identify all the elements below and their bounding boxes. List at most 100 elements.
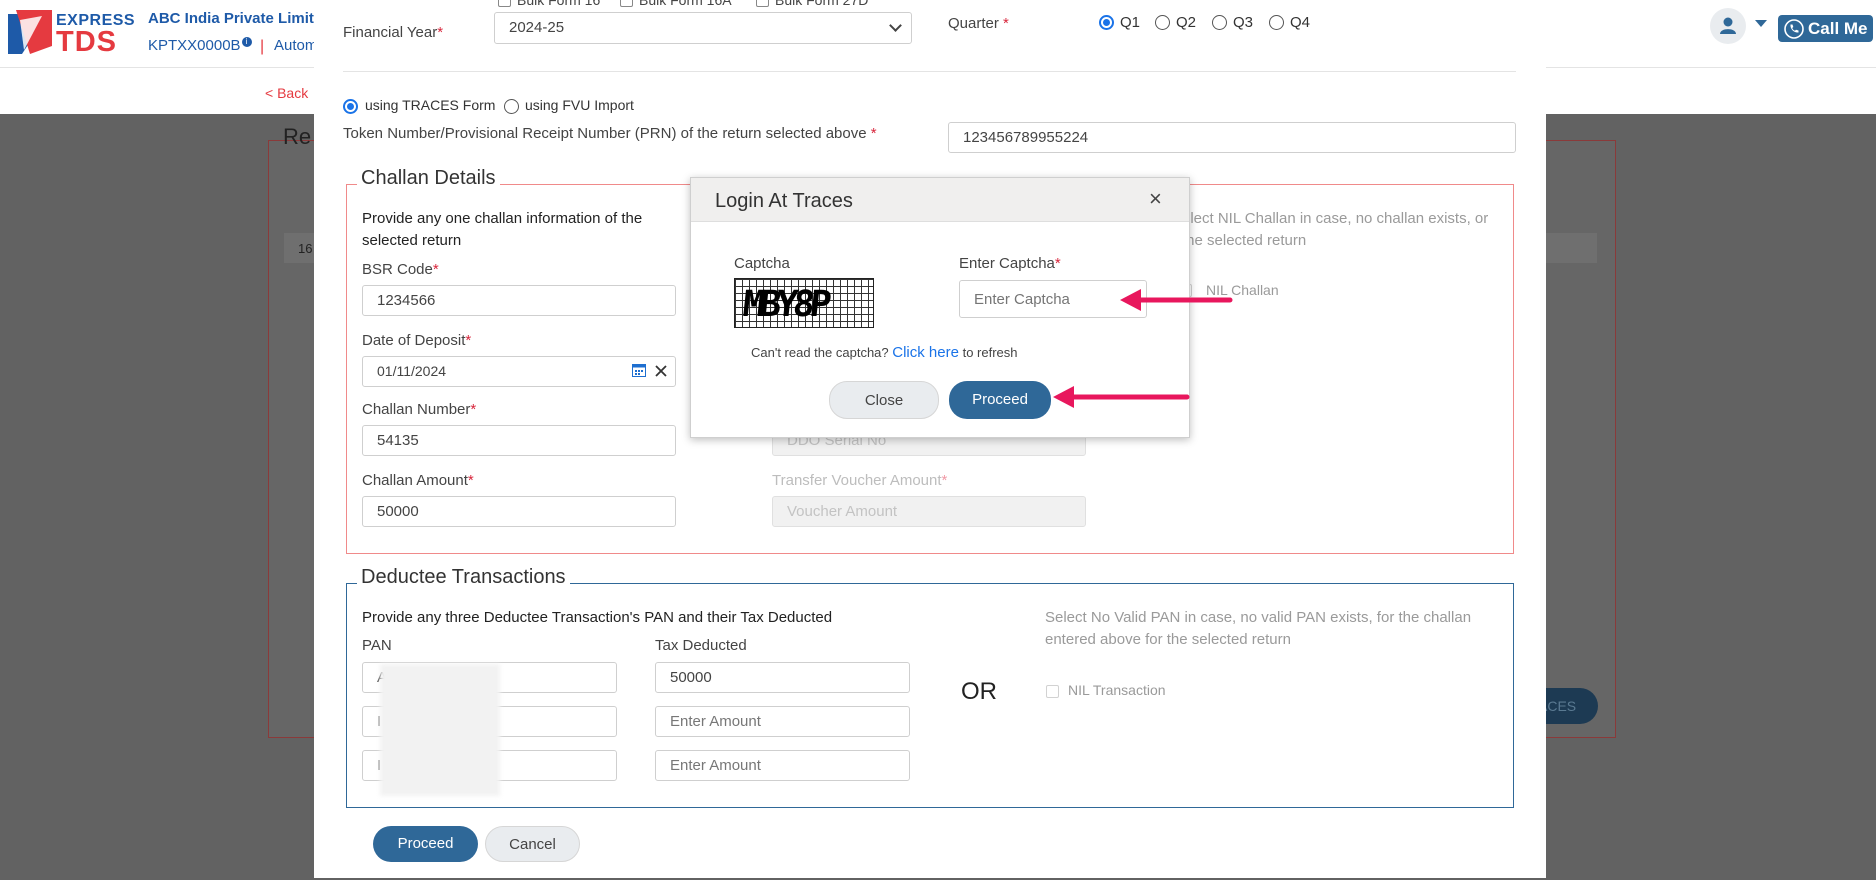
required-mark: * — [467, 472, 474, 489]
required-mark: * — [465, 332, 472, 349]
bsr-code-input[interactable]: 1234566 — [362, 285, 676, 316]
date-of-deposit-input[interactable]: 01/11/2024 — [362, 356, 676, 387]
form-cancel-button[interactable]: Cancel — [485, 826, 580, 862]
dialog-title: Login At Traces — [715, 190, 853, 212]
quarter-q4-radio[interactable] — [1269, 15, 1284, 30]
captcha-text: MBY8P — [740, 284, 829, 325]
quarter-q1-label: Q1 — [1120, 14, 1141, 31]
deductee-note: Provide any three Deductee Transaction's… — [362, 609, 833, 626]
captcha-image: MBY8P — [734, 278, 874, 328]
dialog-header: Login At Traces × — [691, 178, 1189, 222]
calendar-icon[interactable] — [632, 363, 646, 377]
financial-year-label: Financial Year* — [343, 24, 443, 41]
bsr-code-label: BSR Code* — [362, 261, 439, 278]
back-link[interactable]: < Back — [265, 85, 308, 101]
date-of-deposit-label: Date of Deposit* — [362, 332, 471, 349]
quarter-q3-radio[interactable] — [1212, 15, 1227, 30]
company-tan: KPTXX0000B i — [148, 37, 252, 54]
pan-redaction — [380, 664, 500, 796]
challan-number-label: Challan Number* — [362, 401, 476, 418]
dialog-close-button[interactable]: Close — [829, 381, 939, 419]
traces-form-label: using TRACES Form — [365, 97, 496, 113]
automation-label[interactable]: Autom — [274, 37, 317, 54]
quarter-q4-label: Q4 — [1290, 14, 1311, 31]
bsr-code-text: BSR Code — [362, 261, 433, 278]
logo-tds-text: TDS — [56, 26, 117, 58]
tax-deducted-input-3[interactable]: Enter Amount — [655, 750, 910, 781]
token-number-label: Token Number/Provisional Receipt Number … — [343, 125, 877, 142]
required-mark: * — [870, 125, 877, 142]
express-tds-logo[interactable]: EXPRESS TDS — [8, 10, 135, 58]
phone-icon — [1784, 19, 1804, 39]
bulk-form-16-checkbox[interactable] — [498, 0, 511, 7]
bulk-form-16a-label: Bulk Form 16A — [639, 0, 732, 8]
enter-captcha-text: Enter Captcha — [959, 255, 1055, 272]
bulk-form-16-label: Bulk Form 16 — [517, 0, 601, 8]
bulk-form-27d-checkbox[interactable] — [756, 0, 769, 7]
pan-label: PAN — [362, 637, 392, 654]
required-mark: * — [1054, 255, 1061, 272]
call-me-label: Call Me — [1808, 19, 1868, 38]
fvu-import-radio[interactable] — [504, 99, 519, 114]
challan-note: Provide any one challan information of t… — [362, 210, 643, 249]
date-of-deposit-value: 01/11/2024 — [377, 363, 447, 379]
chevron-down-icon — [889, 19, 902, 32]
quarter-q2-radio[interactable] — [1155, 15, 1170, 30]
annotation-arrow-icon — [1053, 386, 1190, 408]
nil-transaction-note: Select No Valid PAN in case, no valid PA… — [1045, 609, 1472, 648]
required-mark: * — [432, 261, 439, 278]
dialog-proceed-button[interactable]: Proceed — [949, 381, 1051, 419]
info-icon[interactable]: i — [241, 37, 252, 47]
traces-form-radio[interactable] — [343, 99, 358, 114]
quarter-q2-label: Q2 — [1176, 14, 1197, 31]
header-separator: | — [260, 38, 265, 55]
bulk-form-16a-checkbox[interactable] — [620, 0, 633, 7]
refresh-suffix: to refresh — [962, 345, 1018, 360]
tax-deducted-label: Tax Deducted — [655, 637, 747, 654]
logo-mark-icon — [8, 10, 52, 54]
required-mark: * — [437, 24, 444, 41]
bulk-form-27d-label: Bulk Form 27D — [775, 0, 869, 8]
tan-value: KPTXX0000B — [148, 37, 241, 54]
user-avatar-icon[interactable] — [1710, 8, 1746, 44]
financial-year-select[interactable]: 2024-25 — [494, 12, 912, 44]
company-name: ABC India Private Limite — [148, 10, 323, 27]
required-mark: * — [1003, 15, 1009, 32]
quarter-q3-label: Q3 — [1233, 14, 1254, 31]
chevron-down-icon[interactable] — [1755, 20, 1767, 27]
divider — [343, 71, 1516, 72]
date-of-deposit-text: Date of Deposit — [362, 332, 466, 349]
challan-amount-text: Challan Amount — [362, 472, 468, 489]
token-number-input[interactable]: 123456789955224 — [948, 122, 1516, 153]
nil-transaction-checkbox[interactable] — [1046, 685, 1059, 698]
challan-amount-input[interactable]: 50000 — [362, 496, 676, 527]
tax-deducted-input-1[interactable]: 50000 — [655, 662, 910, 693]
challan-amount-label: Challan Amount* — [362, 472, 474, 489]
voucher-amount-input[interactable]: Voucher Amount — [772, 496, 1086, 527]
clear-icon[interactable] — [655, 365, 667, 377]
deductee-transactions-legend: Deductee Transactions — [357, 566, 570, 589]
quarter-q1-radio[interactable] — [1099, 15, 1114, 30]
background-card-title: Re — [283, 124, 312, 149]
quarter-label: Quarter * — [948, 15, 1009, 32]
form-proceed-button[interactable]: Proceed — [373, 826, 478, 862]
challan-details-legend: Challan Details — [357, 167, 500, 190]
refresh-prefix: Can't read the captcha? — [751, 345, 889, 360]
challan-number-text: Challan Number — [362, 401, 471, 418]
nil-challan-note: elect NIL Challan in case, no challan ex… — [1182, 210, 1489, 249]
close-icon[interactable]: × — [1149, 186, 1162, 212]
transfer-voucher-text: Transfer Voucher Amount — [772, 472, 942, 489]
call-me-button[interactable]: Call Me — [1778, 15, 1873, 42]
challan-number-input[interactable]: 54135 — [362, 425, 676, 456]
fvu-import-label: using FVU Import — [525, 97, 634, 113]
required-mark: * — [941, 472, 948, 489]
request-form-modal: Bulk Form 16 Bulk Form 16A Bulk Form 27D… — [314, 0, 1546, 878]
tax-deducted-input-2[interactable]: Enter Amount — [655, 706, 910, 737]
captcha-refresh-line: Can't read the captcha? Click here to re… — [751, 344, 1018, 361]
nil-transaction-label: NIL Transaction — [1068, 682, 1166, 698]
transfer-voucher-label: Transfer Voucher Amount* — [772, 472, 947, 489]
quarter-text: Quarter — [948, 15, 999, 32]
enter-captcha-label: Enter Captcha* — [959, 255, 1061, 272]
financial-year-text: Financial Year — [343, 24, 438, 41]
captcha-refresh-link[interactable]: Click here — [892, 344, 959, 361]
